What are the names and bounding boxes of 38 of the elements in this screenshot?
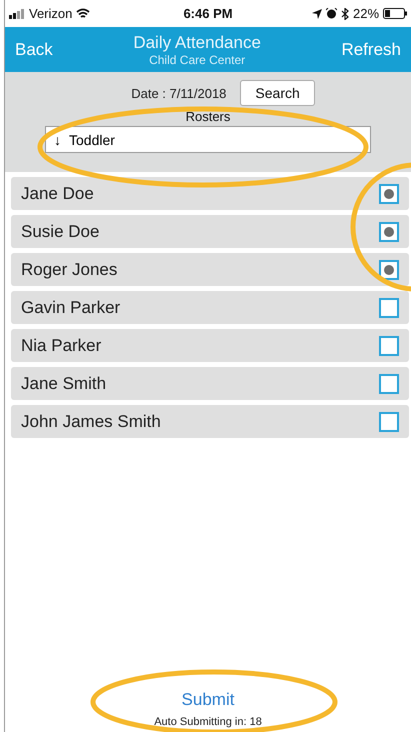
child-name: Gavin Parker	[21, 298, 120, 318]
attendance-checkbox[interactable]	[379, 336, 399, 356]
carrier-name: Verizon	[29, 6, 72, 21]
attendance-checkbox[interactable]	[379, 260, 399, 280]
child-name: Susie Doe	[21, 222, 100, 242]
battery-icon	[383, 8, 408, 19]
bluetooth-icon	[340, 8, 349, 20]
child-name: John James Smith	[21, 412, 161, 432]
auto-submit-countdown: Auto Submitting in: 18	[154, 716, 262, 728]
attendance-checkbox[interactable]	[379, 298, 399, 318]
screen-subtitle: Child Care Center	[149, 52, 246, 66]
roster-dropdown[interactable]: ↓ Toddler	[45, 126, 371, 153]
rosters-label: Rosters	[186, 109, 230, 124]
signal-icon	[9, 8, 25, 18]
child-row[interactable]: Jane Smith	[11, 367, 409, 400]
attendance-checkbox[interactable]	[379, 412, 399, 432]
child-name: Jane Smith	[21, 374, 106, 394]
child-name: Nia Parker	[21, 336, 102, 356]
location-arrow-icon	[312, 8, 322, 18]
child-row[interactable]: John James Smith	[11, 405, 409, 438]
child-row[interactable]: Roger Jones	[11, 253, 409, 286]
child-row[interactable]: Nia Parker	[11, 329, 409, 362]
date-label: Date : 7/11/2018	[131, 86, 226, 100]
child-row[interactable]: Susie Doe	[11, 215, 409, 248]
wifi-icon	[76, 8, 90, 19]
child-row[interactable]: Jane Doe	[11, 177, 409, 210]
child-name: Jane Doe	[21, 184, 94, 204]
attendance-checkbox[interactable]	[379, 222, 399, 242]
attendance-checkbox[interactable]	[379, 184, 399, 204]
child-name: Roger Jones	[21, 260, 118, 280]
clock-time: 6:46 PM	[183, 6, 233, 21]
screen-title: Daily Attendance	[133, 32, 261, 52]
battery-percent: 22%	[352, 6, 380, 21]
attendance-checkbox[interactable]	[379, 374, 399, 394]
search-button[interactable]: Search	[240, 80, 315, 106]
child-row[interactable]: Gavin Parker	[11, 291, 409, 324]
alarm-clock-icon	[326, 8, 337, 19]
submit-button[interactable]: Submit	[174, 688, 242, 712]
